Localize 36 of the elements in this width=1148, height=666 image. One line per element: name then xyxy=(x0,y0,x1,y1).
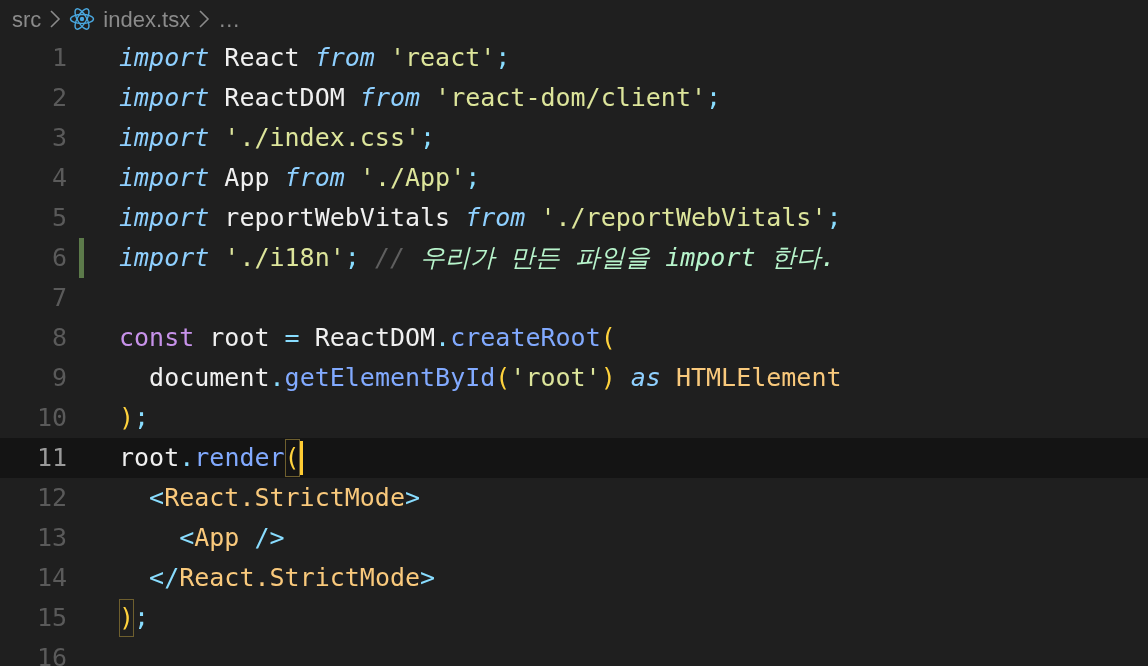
line-number: 7 xyxy=(50,282,67,315)
breadcrumb-item[interactable]: src xyxy=(12,2,42,36)
code-line: ); xyxy=(119,402,150,435)
chevron-right-icon xyxy=(198,9,211,29)
code-line: import ReactDOM from 'react-dom/client'; xyxy=(119,82,722,115)
line-number: 14 xyxy=(35,562,67,595)
line-number: 15 xyxy=(35,602,67,635)
line-number: 16 xyxy=(35,642,67,666)
code-line: ); xyxy=(119,598,150,638)
code-line: import React from 'react'; xyxy=(119,42,511,75)
atom-icon xyxy=(69,6,96,32)
line-number: 11 xyxy=(35,442,67,475)
code-line: document.getElementById('root') as HTMLElement xyxy=(148,362,842,395)
code-line: root.render( xyxy=(119,438,300,478)
code-line: import './i18n'; // 우리가 만든 파일을 import 한다. xyxy=(119,242,836,275)
code-line: <App /> xyxy=(178,522,285,555)
line-number: 10 xyxy=(35,402,67,435)
line-number: 5 xyxy=(50,202,67,235)
line-number: 9 xyxy=(50,362,67,395)
line-number: 12 xyxy=(35,482,67,515)
code-line: const root = ReactDOM.createRoot( xyxy=(119,322,616,355)
line-number: 4 xyxy=(50,162,67,195)
breadcrumb-item[interactable]: index.tsx xyxy=(103,2,191,36)
line-number: 3 xyxy=(50,122,67,155)
line-number: 13 xyxy=(35,522,67,555)
code-line: import './index.css'; xyxy=(119,122,436,155)
line-number: 8 xyxy=(50,322,67,355)
line-number: 1 xyxy=(50,42,67,75)
code-line: import reportWebVitals from './reportWebVitals'; xyxy=(119,202,842,235)
line-number: 6 xyxy=(50,242,67,275)
breadcrumb-item[interactable]: … xyxy=(218,2,241,36)
code-line: </React.StrictMode> xyxy=(148,562,436,595)
line-number: 2 xyxy=(50,82,67,115)
code-line: <React.StrictMode> xyxy=(148,482,421,515)
code-line: import App from './App'; xyxy=(119,162,481,195)
chevron-right-icon xyxy=(49,9,62,29)
